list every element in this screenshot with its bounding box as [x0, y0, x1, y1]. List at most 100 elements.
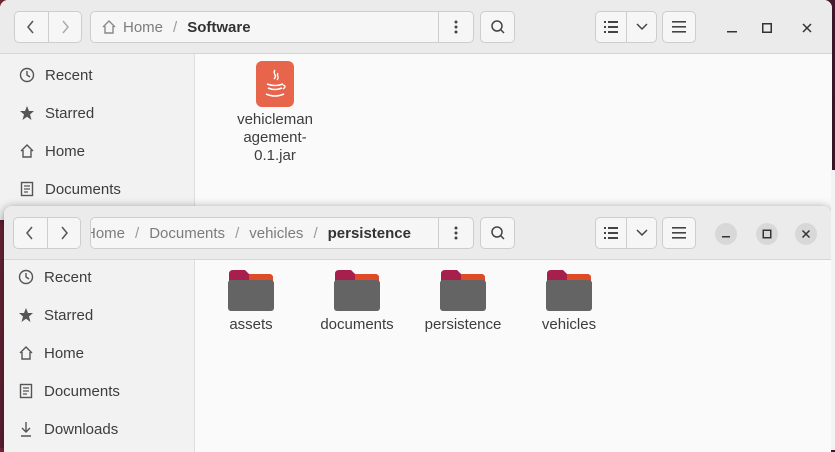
breadcrumb-documents[interactable]: Documents	[149, 225, 225, 242]
hamburger-icon	[672, 227, 686, 239]
folder-item-documents[interactable]: documents	[307, 268, 407, 334]
sidebar-item-recent[interactable]: Recent	[0, 56, 194, 94]
sidebar-item-documents[interactable]: Documents	[0, 170, 194, 208]
folder-item-assets[interactable]: assets	[201, 268, 301, 334]
folder-icon	[545, 268, 593, 312]
main-menu-button[interactable]	[662, 11, 696, 43]
breadcrumb-separator: /	[135, 224, 140, 242]
file-view: vehicleman agement- 0.1.jar	[195, 54, 832, 220]
breadcrumb-persistence[interactable]: persistence	[328, 225, 411, 242]
folder-icon	[333, 268, 381, 312]
clock-icon	[17, 65, 37, 85]
header-bar: Home / Software	[0, 0, 832, 54]
path-bar: Home / Documents / vehicles / persistenc…	[90, 217, 474, 249]
maximize-button[interactable]	[756, 223, 778, 245]
list-view-button[interactable]	[595, 11, 627, 43]
breadcrumb-software[interactable]: Software	[187, 19, 250, 36]
breadcrumb-home[interactable]: Home	[91, 225, 125, 242]
chevron-right-icon	[61, 226, 68, 240]
star-icon	[17, 103, 37, 123]
sidebar-item-home[interactable]: Home	[0, 132, 194, 170]
navigation-buttons	[13, 217, 81, 249]
search-button[interactable]	[480, 11, 515, 43]
sidebar-item-label: Recent	[45, 66, 93, 84]
file-item-jar[interactable]: vehicleman agement- 0.1.jar	[225, 61, 325, 165]
breadcrumb-vehicles[interactable]: vehicles	[249, 225, 303, 242]
home-icon	[101, 19, 117, 35]
folder-icon	[439, 268, 487, 312]
close-icon	[802, 23, 812, 33]
breadcrumb-separator: /	[235, 224, 240, 242]
document-icon	[17, 179, 37, 199]
home-icon	[17, 141, 37, 161]
chevron-down-icon	[635, 23, 648, 31]
close-button[interactable]	[795, 223, 817, 245]
sidebar-item-recent[interactable]: Recent	[4, 258, 198, 296]
breadcrumb-separator: /	[313, 224, 318, 242]
sidebar-item-label: Home	[44, 344, 85, 362]
view-dropdown-button[interactable]	[627, 11, 657, 43]
sidebar-item-label: Downloads	[44, 420, 119, 438]
minimize-button[interactable]	[715, 223, 737, 245]
list-view-icon	[604, 227, 618, 239]
folder-item-vehicles[interactable]: vehicles	[519, 268, 619, 334]
folder-name: persistence	[424, 316, 502, 333]
sidebar-item-documents[interactable]: Documents	[4, 372, 198, 410]
view-options	[595, 217, 657, 249]
hamburger-icon	[672, 21, 686, 33]
search-icon	[490, 20, 505, 34]
chevron-left-icon	[26, 226, 33, 240]
folder-icon	[227, 268, 275, 312]
sidebar: Recent Starred Home Documents Downloads	[4, 260, 195, 452]
header-bar: Home / Documents / vehicles / persistenc…	[4, 206, 831, 260]
sidebar-item-label: Documents	[45, 180, 121, 198]
folder-item-persistence[interactable]: persistence	[413, 268, 513, 334]
sidebar-item-label: Documents	[44, 382, 120, 400]
path-bar: Home / Software	[90, 11, 474, 43]
folder-name: vehicles	[541, 316, 597, 333]
sidebar-item-downloads[interactable]: Downloads	[4, 410, 198, 448]
maximize-button[interactable]	[756, 17, 778, 39]
kebab-menu-icon	[454, 20, 458, 34]
forward-button[interactable]	[48, 11, 82, 43]
close-button[interactable]	[796, 17, 818, 39]
forward-button[interactable]	[47, 217, 81, 249]
java-jar-icon	[256, 61, 294, 107]
chevron-down-icon	[635, 229, 648, 237]
maximize-icon	[762, 23, 772, 33]
home-icon	[16, 343, 36, 363]
sidebar-item-starred[interactable]: Starred	[0, 94, 194, 132]
breadcrumb-separator: /	[173, 18, 178, 36]
folder-name: assets	[229, 316, 273, 333]
minimize-icon	[722, 236, 730, 238]
sidebar-item-label: Starred	[44, 306, 94, 324]
breadcrumb-home[interactable]: Home	[123, 19, 163, 36]
sidebar-item-label: Home	[45, 142, 86, 160]
search-button[interactable]	[480, 217, 515, 249]
main-menu-button[interactable]	[662, 217, 696, 249]
file-name: vehicleman agement- 0.1.jar	[237, 111, 313, 164]
file-view: assets documents persistence vehicles	[195, 260, 831, 452]
sidebar-item-home[interactable]: Home	[4, 334, 198, 372]
list-view-icon	[604, 21, 618, 33]
background-window-edge	[831, 170, 835, 450]
download-icon	[16, 419, 36, 439]
sidebar-item-label: Starred	[45, 104, 95, 122]
path-menu-button[interactable]	[438, 218, 473, 248]
back-button[interactable]	[13, 217, 48, 249]
minimize-icon	[727, 31, 737, 33]
minimize-button[interactable]	[721, 17, 743, 39]
navigation-buttons	[14, 11, 82, 43]
chevron-left-icon	[27, 20, 34, 34]
sidebar-item-starred[interactable]: Starred	[4, 296, 198, 334]
clock-icon	[16, 267, 36, 287]
kebab-menu-icon	[454, 226, 458, 240]
view-options	[595, 11, 657, 43]
view-dropdown-button[interactable]	[627, 217, 657, 249]
file-manager-window-persistence: Home / Documents / vehicles / persistenc…	[4, 206, 831, 452]
path-menu-button[interactable]	[438, 12, 473, 42]
search-icon	[490, 226, 505, 240]
folder-name: documents	[320, 316, 394, 333]
back-button[interactable]	[14, 11, 49, 43]
list-view-button[interactable]	[595, 217, 627, 249]
